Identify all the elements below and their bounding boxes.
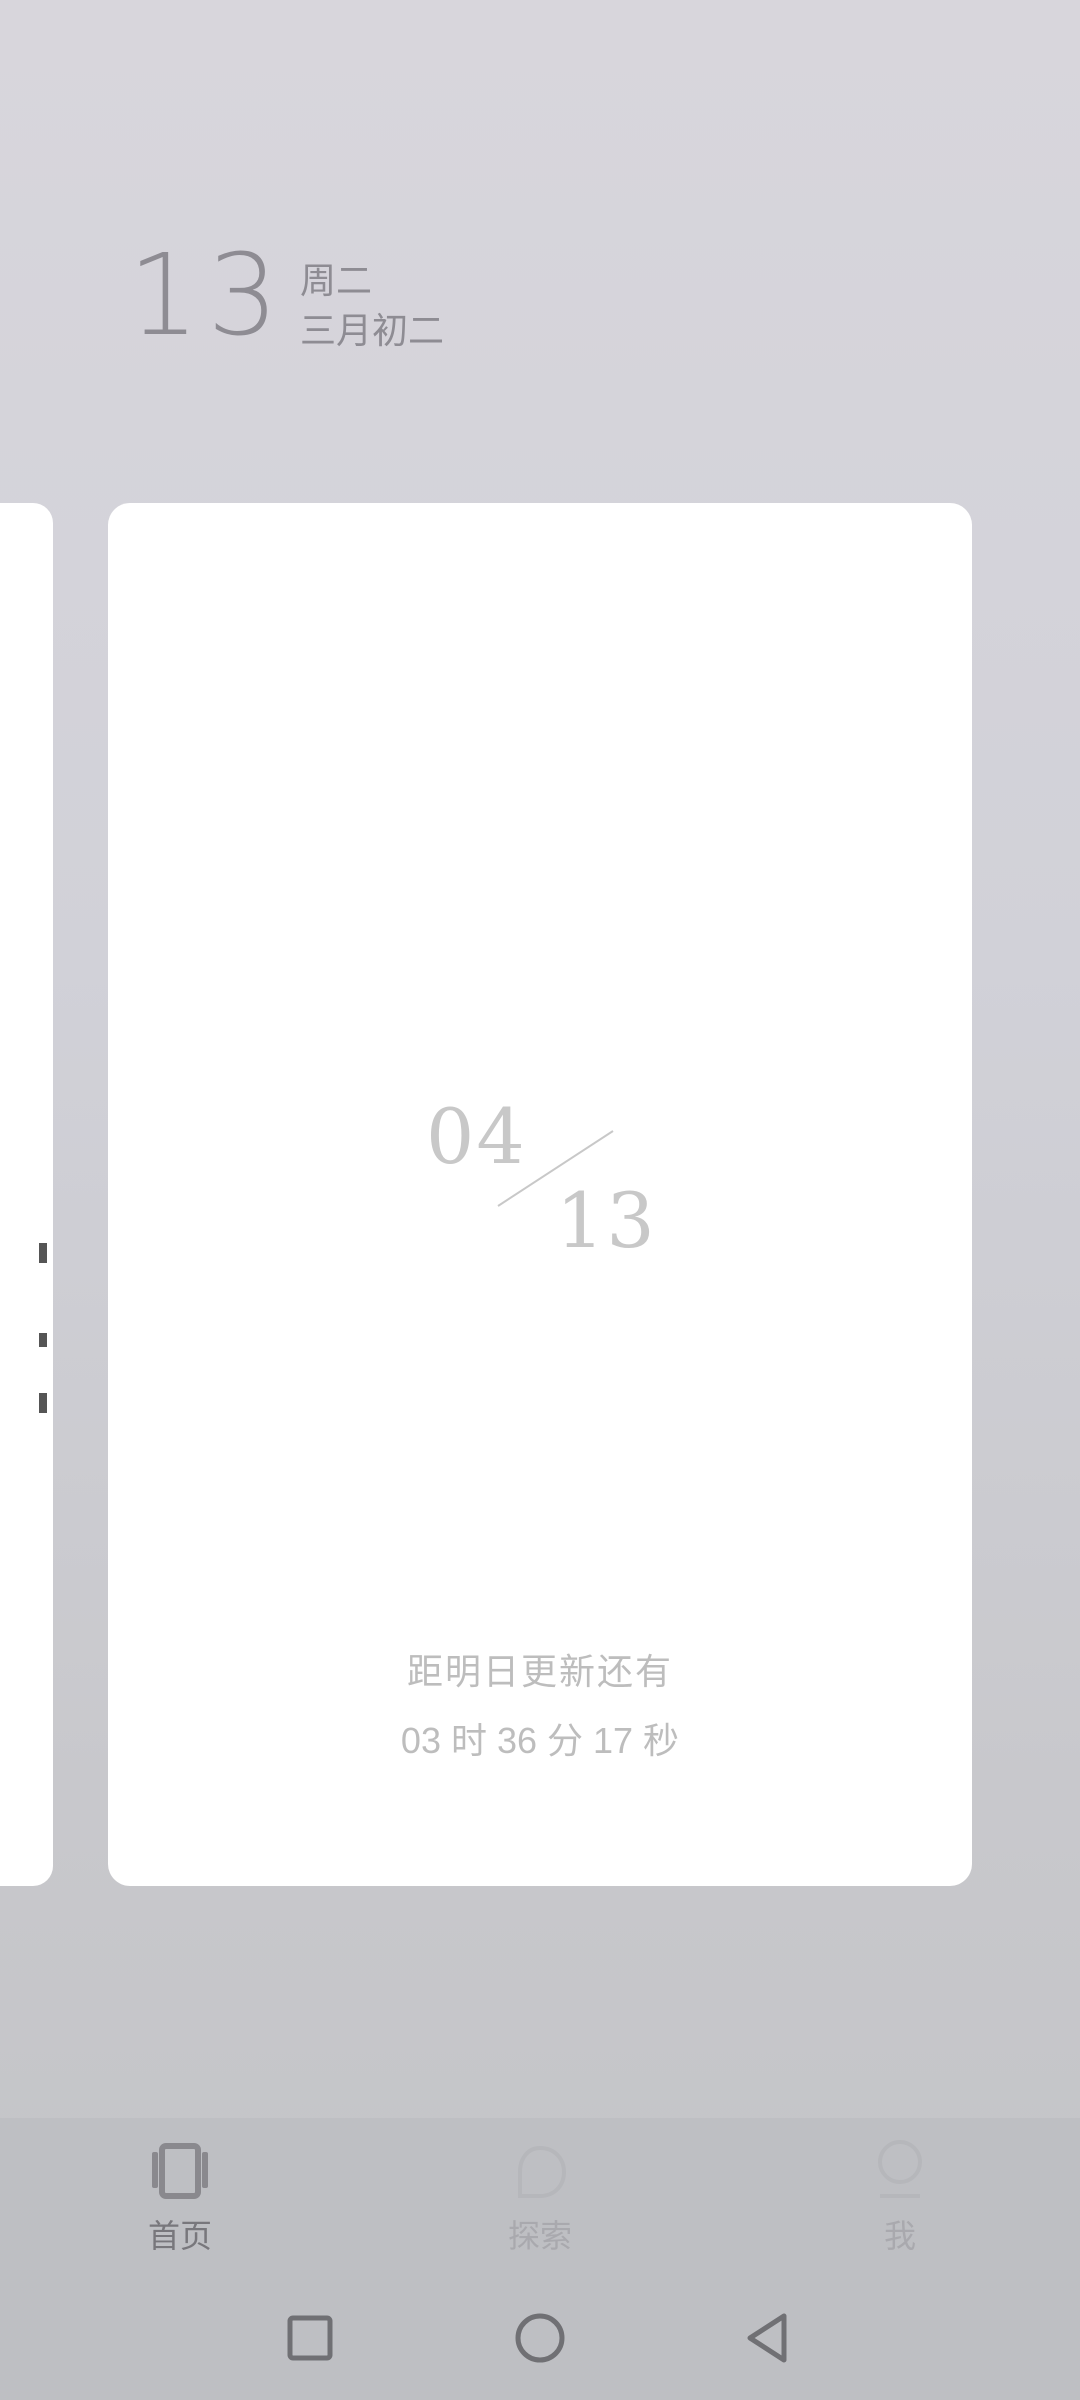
back-triangle-icon[interactable] bbox=[740, 2308, 800, 2368]
countdown-label: 距明日更新还有 bbox=[406, 1652, 673, 1693]
lunar-date-label: 三月初二 bbox=[300, 311, 445, 352]
countdown-time: 03 时 36 分 17 秒 bbox=[400, 1720, 680, 1761]
daily-card[interactable]: 04 13 距明日更新还有 03 时 36 分 17 秒 bbox=[108, 503, 972, 1886]
previous-card-text-fragment bbox=[39, 1333, 47, 1347]
system-nav-bar bbox=[0, 2278, 1080, 2400]
tab-me[interactable]: 我 bbox=[800, 2118, 1000, 2278]
previous-card-text-fragment bbox=[39, 1393, 47, 1413]
home-circle-icon[interactable] bbox=[510, 2308, 570, 2368]
tab-explore[interactable]: 探索 bbox=[440, 2118, 640, 2278]
tab-me-label: 我 bbox=[883, 2217, 916, 2255]
previous-card-text-fragment bbox=[39, 1243, 47, 1263]
explore-chat-icon bbox=[518, 2145, 567, 2198]
previous-card[interactable] bbox=[0, 503, 53, 1886]
tab-explore-label: 探索 bbox=[507, 2217, 572, 2255]
profile-icon bbox=[878, 2140, 922, 2198]
tab-home[interactable]: 首页 bbox=[80, 2118, 280, 2278]
weekday-label: 周二 bbox=[300, 261, 373, 302]
tab-home-label: 首页 bbox=[147, 2217, 212, 2255]
home-cards-icon bbox=[152, 2143, 208, 2199]
day-number: 13 bbox=[128, 231, 287, 361]
bottom-nav: 首页 探索 我 bbox=[0, 2118, 1080, 2278]
recents-square-icon[interactable] bbox=[280, 2308, 340, 2368]
card-day: 13 bbox=[556, 1176, 657, 1265]
